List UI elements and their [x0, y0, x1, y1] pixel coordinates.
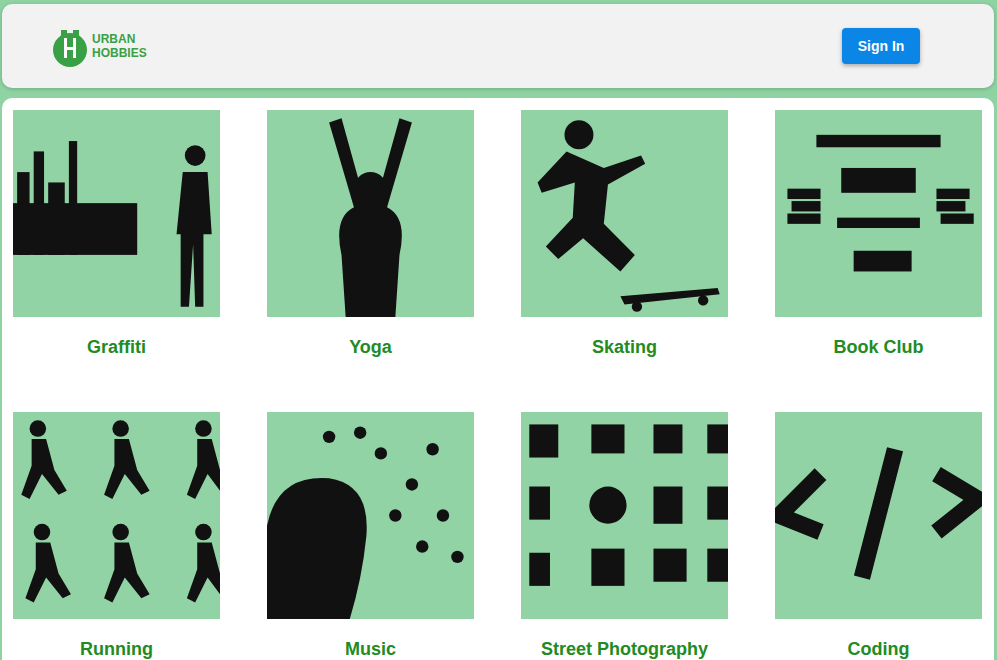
hobby-card[interactable]: Street Photography	[521, 412, 728, 660]
hobby-card[interactable]: Book Club	[775, 110, 982, 358]
hobby-grid: Graffiti Yoga Skating Book Club Running Music…	[2, 98, 994, 660]
hobby-picture-icon	[775, 412, 982, 619]
hobby-picture-icon	[13, 412, 220, 619]
hobby-title: Book Club	[834, 336, 924, 358]
logo-line: URBAN	[92, 32, 147, 46]
header: URBANHOBBIES Sign In	[2, 4, 994, 88]
hobby-title: Music	[345, 638, 396, 660]
hobby-card[interactable]: Music	[267, 412, 474, 660]
hobby-card[interactable]: Graffiti	[13, 110, 220, 358]
hobby-title: Running	[80, 638, 153, 660]
logo[interactable]: URBANHOBBIES	[50, 24, 147, 68]
hobby-title: Graffiti	[87, 336, 146, 358]
hobby-picture-icon	[13, 110, 220, 317]
hobby-picture-icon	[521, 110, 728, 317]
hobby-picture-icon	[267, 412, 474, 619]
hobby-picture-icon	[267, 110, 474, 317]
hobby-title: Yoga	[349, 336, 392, 358]
logo-line: HOBBIES	[92, 46, 147, 60]
hobby-picture-icon	[775, 110, 982, 317]
logo-building-icon	[50, 24, 90, 68]
page: URBANHOBBIES Sign In Graffiti Yoga Skating Bo…	[0, 0, 997, 660]
hobby-card[interactable]: Skating	[521, 110, 728, 358]
hobby-card[interactable]: Coding	[775, 412, 982, 660]
hobby-picture-icon	[521, 412, 728, 619]
hobby-card[interactable]: Yoga	[267, 110, 474, 358]
hobby-title: Street Photography	[541, 638, 708, 660]
sign-in-button[interactable]: Sign In	[842, 28, 920, 64]
logo-text: URBANHOBBIES	[92, 32, 147, 60]
hobby-title: Coding	[848, 638, 910, 660]
hobby-card[interactable]: Running	[13, 412, 220, 660]
hobby-title: Skating	[592, 336, 657, 358]
